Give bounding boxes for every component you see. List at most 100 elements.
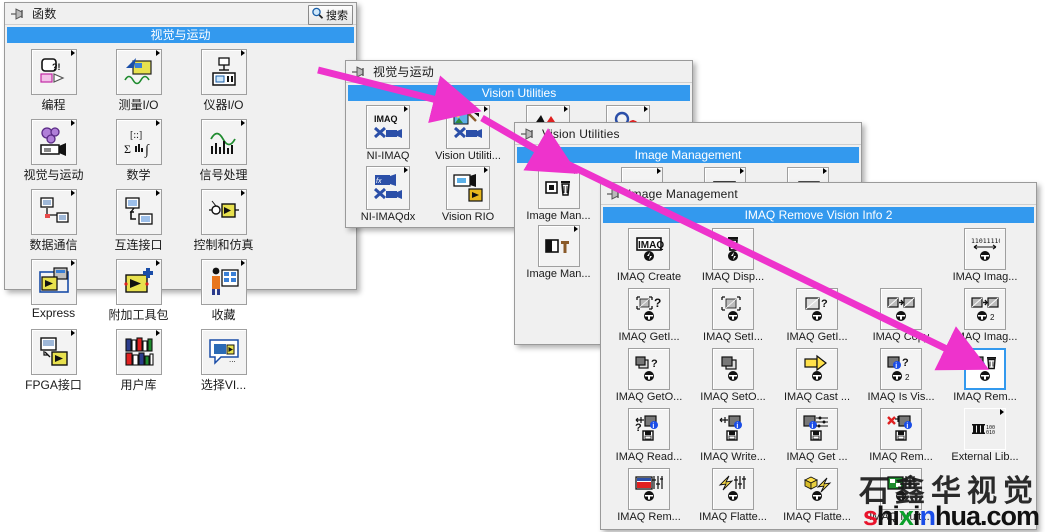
palette-item-favorites[interactable]: 收藏	[181, 259, 266, 323]
palette-item-label: IMAQ Read...	[615, 451, 683, 463]
palette-item-vision-utilities[interactable]: Vision Utiliti...	[428, 105, 508, 162]
imaq-write-vision-info-icon[interactable]: i	[712, 408, 754, 450]
submenu-arrow-icon	[240, 50, 245, 56]
select-vi-icon[interactable]: ...	[200, 329, 247, 375]
pin-icon[interactable]	[605, 187, 623, 201]
imaq-flatten-image-icon[interactable]	[712, 468, 754, 510]
palette-item-imaq-get-offset[interactable]: ? IMAQ GetO...	[607, 348, 691, 403]
ni-imaq-icon[interactable]: IMAQ	[366, 105, 410, 149]
data-communication-icon[interactable]	[30, 189, 77, 235]
imaq-dispose-icon[interactable]	[712, 228, 754, 270]
palette-item-imaq-create[interactable]: IMAQ IMAQ Create	[607, 228, 691, 283]
palette-item-imaq-read-vision-info[interactable]: i ? IMAQ Read...	[607, 408, 691, 463]
imaq-get-offset-icon[interactable]: ?	[628, 348, 670, 390]
imaq-set-image-size-icon[interactable]	[712, 288, 754, 330]
palette-item-ni-imaq[interactable]: IMAQ NI-IMAQ	[348, 105, 428, 162]
palette-item-imaq-image-bit-depth[interactable]: 11011110 IMAQ Imag...	[943, 228, 1027, 283]
image-management-palette-window[interactable]: Image Management IMAQ Remove Vision Info…	[600, 182, 1037, 530]
palette-item-imaq-multicore[interactable]: IMAQ Multi...	[859, 468, 943, 523]
imaq-get-image-info-icon[interactable]: ?	[796, 288, 838, 330]
palette-item-imaq-get-vision-info-types[interactable]: i IMAQ Get ...	[775, 408, 859, 463]
palette-item-data-communication[interactable]: 数据通信	[11, 189, 96, 253]
palette-item-imaq-remove-vision-info[interactable]: i IMAQ Rem...	[859, 408, 943, 463]
palette-item-imaq-dispose[interactable]: IMAQ Disp...	[691, 228, 775, 283]
palette-item-imaq-remove-vision-info-2[interactable]: i IMAQ Rem...	[943, 348, 1027, 403]
imaq-get-vision-info-types-icon[interactable]: i	[796, 408, 838, 450]
favorites-icon[interactable]	[200, 259, 247, 305]
programming-icon[interactable]: ?!	[30, 49, 77, 95]
imaq-cast-image-icon[interactable]	[796, 348, 838, 390]
signal-processing-icon[interactable]	[200, 119, 247, 165]
measurement-io-icon[interactable]	[115, 49, 162, 95]
palette-item-signal-processing[interactable]: 信号处理	[181, 119, 266, 183]
imaq-image-bit-depth-icon[interactable]: 11011110	[964, 228, 1006, 270]
connectivity-icon[interactable]	[115, 189, 162, 235]
pin-icon[interactable]	[519, 127, 537, 141]
pin-icon[interactable]	[350, 65, 368, 79]
palette-item-user-libraries[interactable]: 用户库	[96, 329, 181, 393]
submenu-arrow-icon	[739, 168, 744, 174]
image-management-icon[interactable]	[537, 167, 580, 209]
palette-item-image-manipulation[interactable]: Image Man...	[517, 225, 600, 280]
vision-utilities-icon[interactable]	[446, 105, 490, 149]
imaq-is-vision-info-icon[interactable]: i ? 2	[880, 348, 922, 390]
control-simulation-icon[interactable]	[200, 189, 247, 235]
palette-item-fpga-interface[interactable]: FPGA接口	[11, 329, 96, 393]
imaq-get-image-size-icon[interactable]: ?	[628, 288, 670, 330]
search-button[interactable]: 搜索	[308, 5, 353, 25]
submenu-arrow-icon	[70, 260, 75, 266]
imaq-image-to-image-icon[interactable]: 2	[964, 288, 1006, 330]
imaq-set-offset-icon[interactable]	[712, 348, 754, 390]
palette-item-imaq-flatten-to-string[interactable]: IMAQ Flatte...	[775, 468, 859, 523]
instrument-io-icon[interactable]	[200, 49, 247, 95]
fpga-interface-icon[interactable]	[30, 329, 77, 375]
palette-item-imaq-is-vision-info[interactable]: i ? 2 IMAQ Is Vis...	[859, 348, 943, 403]
palette-item-imaq-cast-image[interactable]: IMAQ Cast ...	[775, 348, 859, 403]
palette-item-ni-imaqdx[interactable]: fx NI-IMAQdx	[348, 166, 428, 223]
palette-item-control-simulation[interactable]: 控制和仿真	[181, 189, 266, 253]
palette-item-imaq-get-image-size[interactable]: ? IMAQ GetI...	[607, 288, 691, 343]
palette-item-express[interactable]: Express	[11, 259, 96, 323]
palette-item-image-management[interactable]: Image Man...	[517, 167, 600, 222]
vision-motion-icon[interactable]	[30, 119, 77, 165]
palette-item-imaq-copy[interactable]: IMAQ Copy	[859, 288, 943, 343]
imaq-remove-custom-data-icon[interactable]	[628, 468, 670, 510]
palette-item-imaq-get-image-info[interactable]: ? IMAQ GetI...	[775, 288, 859, 343]
mathematics-icon[interactable]: [::] Σ ∫	[115, 119, 162, 165]
palette-item-programming[interactable]: ?! 编程	[11, 49, 96, 113]
palette-item-addon-toolkits[interactable]: 附加工具包	[96, 259, 181, 323]
express-icon[interactable]	[30, 259, 77, 305]
palette-item-imaq-set-image-size[interactable]: IMAQ SetI...	[691, 288, 775, 343]
palette-item-label: 附加工具包	[108, 308, 169, 322]
imaq-read-vision-info-icon[interactable]: i ?	[628, 408, 670, 450]
svg-text:Σ: Σ	[124, 142, 131, 156]
palette-item-measurement-io[interactable]: 测量I/O	[96, 49, 181, 113]
image-manipulation-icon[interactable]	[537, 225, 580, 267]
vision-rio-icon[interactable]	[446, 166, 490, 210]
imaq-multicore-icon[interactable]	[880, 468, 922, 510]
palette-item-imaq-flatten-image[interactable]: IMAQ Flatte...	[691, 468, 775, 523]
imaq-flatten-to-string-icon[interactable]	[796, 468, 838, 510]
user-libraries-icon[interactable]	[115, 329, 162, 375]
palette-item-instrument-io[interactable]: 仪器I/O	[181, 49, 266, 113]
palette-item-imaq-write-vision-info[interactable]: i IMAQ Write...	[691, 408, 775, 463]
external-library-icon[interactable]: 100 010	[964, 408, 1006, 450]
palette-item-select-vi[interactable]: ... 选择VI...	[181, 329, 266, 393]
palette-item-mathematics[interactable]: [::] Σ ∫ 数学	[96, 119, 181, 183]
palette-item-external-library[interactable]: 100 010 External Lib...	[943, 408, 1027, 463]
ni-imaqdx-icon[interactable]: fx	[366, 166, 410, 210]
functions-palette-window[interactable]: 函数 搜索 视觉与运动 ?! 编程 测量I/O 仪器I/O 视觉与运动 [::]…	[4, 2, 357, 392]
palette-item-label: IMAQ GetO...	[615, 391, 683, 403]
palette-item-connectivity[interactable]: 互连接口	[96, 189, 181, 253]
palette-item-imaq-set-offset[interactable]: IMAQ SetO...	[691, 348, 775, 403]
imaq-create-icon[interactable]: IMAQ	[628, 228, 670, 270]
imaq-copy-icon[interactable]	[880, 288, 922, 330]
pin-icon[interactable]	[9, 7, 27, 21]
imaq-remove-vision-info-icon[interactable]: i	[880, 408, 922, 450]
palette-item-vision-rio[interactable]: Vision RIO	[428, 166, 508, 223]
palette-item-vision-motion[interactable]: 视觉与运动	[11, 119, 96, 183]
imaq-remove-vision-info-2-icon[interactable]: i	[964, 348, 1006, 390]
addon-toolkits-icon[interactable]	[115, 259, 162, 305]
palette-item-imaq-remove-custom-data[interactable]: IMAQ Rem...	[607, 468, 691, 523]
palette-item-imaq-image-to-image[interactable]: 2 IMAQ Imag...	[943, 288, 1027, 343]
